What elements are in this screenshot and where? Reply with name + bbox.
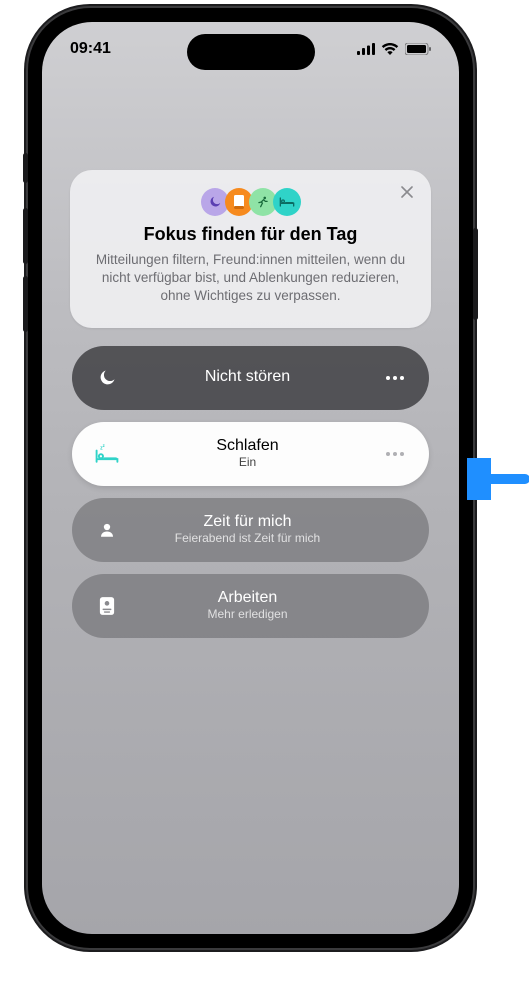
more-button[interactable] (381, 440, 409, 468)
bed-icon: z z (94, 443, 120, 465)
focus-label: Schlafen (216, 437, 278, 455)
ellipsis-icon (385, 451, 405, 457)
close-button[interactable] (397, 182, 417, 202)
volume-up-button (23, 208, 28, 264)
focus-label: Arbeiten (218, 589, 278, 607)
status-indicators (357, 43, 431, 55)
focus-list: Nicht stören z z Schl (70, 346, 431, 638)
focus-sublabel: Feierabend ist Zeit für mich (175, 532, 320, 546)
focus-sheet: Fokus finden für den Tag Mitteilungen fi… (70, 170, 431, 638)
close-icon (401, 186, 413, 198)
status-bar: 09:41 (42, 22, 459, 76)
focus-item-personal[interactable]: Zeit für mich Feierabend ist Zeit für mi… (72, 498, 429, 562)
cellular-icon (357, 43, 375, 55)
focus-label: Zeit für mich (203, 513, 291, 531)
callout-arrow-icon (467, 458, 529, 500)
svg-text:z: z (103, 443, 105, 448)
volume-down-button (23, 276, 28, 332)
focus-label: Nicht stören (205, 368, 290, 386)
focus-sublabel: Ein (239, 456, 256, 470)
promo-title: Fokus finden für den Tag (94, 224, 407, 245)
promo-body: Mitteilungen filtern, Freund:innen mitte… (94, 251, 407, 306)
status-time: 09:41 (70, 40, 111, 58)
mute-switch (23, 153, 28, 183)
more-button[interactable] (381, 364, 409, 392)
badge-icon (94, 596, 120, 616)
bed-icon (273, 188, 301, 216)
focus-promo-card: Fokus finden für den Tag Mitteilungen fi… (70, 170, 431, 328)
device-frame: 09:41 (28, 8, 473, 948)
power-button (473, 228, 478, 320)
ellipsis-icon (385, 375, 405, 381)
focus-item-sleep[interactable]: z z Schlafen Ein (72, 422, 429, 486)
battery-icon (405, 43, 431, 55)
focus-sublabel: Mehr erledigen (207, 608, 287, 622)
promo-icon-row (94, 188, 407, 216)
wifi-icon (381, 43, 399, 55)
moon-icon (94, 368, 120, 388)
focus-item-work[interactable]: Arbeiten Mehr erledigen (72, 574, 429, 638)
focus-item-dnd[interactable]: Nicht stören (72, 346, 429, 410)
device-screen: 09:41 (42, 22, 459, 934)
person-icon (94, 521, 120, 539)
